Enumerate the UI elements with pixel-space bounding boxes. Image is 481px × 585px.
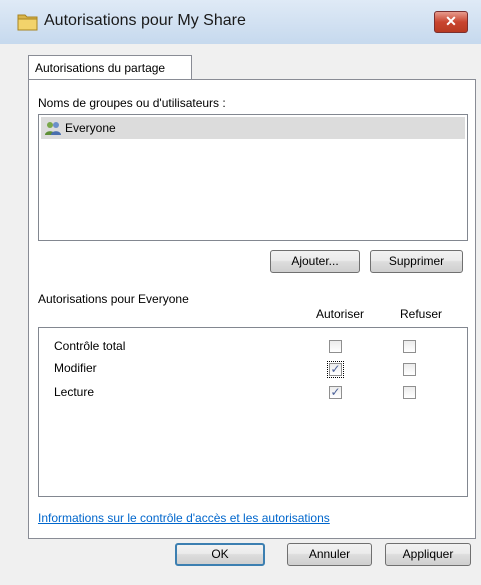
tab-label: Autorisations du partage <box>35 61 166 75</box>
allow-modify-checkbox[interactable]: ✓ <box>327 361 344 378</box>
column-header-deny: Refuser <box>400 307 443 321</box>
tab-share-permissions[interactable]: Autorisations du partage <box>28 55 192 80</box>
add-button[interactable]: Ajouter... <box>270 250 360 273</box>
permissions-label: Autorisations pour Everyone <box>38 292 189 306</box>
close-button[interactable]: ✕ <box>434 11 468 33</box>
allow-read-checkbox[interactable]: ✓ <box>329 386 342 399</box>
groups-label: Noms de groupes ou d'utilisateurs : <box>38 96 226 110</box>
apply-button[interactable]: Appliquer <box>385 543 471 566</box>
permission-name-modify: Modifier <box>54 361 97 375</box>
access-control-info-link[interactable]: Informations sur le contrôle d'accès et … <box>38 511 330 525</box>
permissions-list: Contrôle total Modifier Lecture ✓ ✓ <box>38 327 468 497</box>
folder-icon <box>17 14 38 31</box>
users-icon <box>45 122 61 135</box>
groups-listbox[interactable]: Everyone <box>38 114 468 241</box>
permission-name-read: Lecture <box>54 385 95 399</box>
deny-modify-checkbox[interactable] <box>403 363 416 376</box>
permission-name-full-control: Contrôle total <box>54 339 126 353</box>
allow-full-control-checkbox[interactable] <box>329 340 342 353</box>
window-title: Autorisations pour My Share <box>44 12 246 29</box>
cancel-button[interactable]: Annuler <box>287 543 372 566</box>
column-header-allow: Autoriser <box>316 307 365 321</box>
deny-read-checkbox[interactable] <box>403 386 416 399</box>
ok-button[interactable]: OK <box>175 543 265 566</box>
close-icon: ✕ <box>445 13 457 29</box>
title-bar: Autorisations pour My Share ✕ <box>0 0 481 45</box>
remove-button[interactable]: Supprimer <box>370 250 463 273</box>
list-item-everyone[interactable]: Everyone <box>41 117 465 139</box>
list-item-label: Everyone <box>65 121 116 135</box>
deny-full-control-checkbox[interactable] <box>403 340 416 353</box>
